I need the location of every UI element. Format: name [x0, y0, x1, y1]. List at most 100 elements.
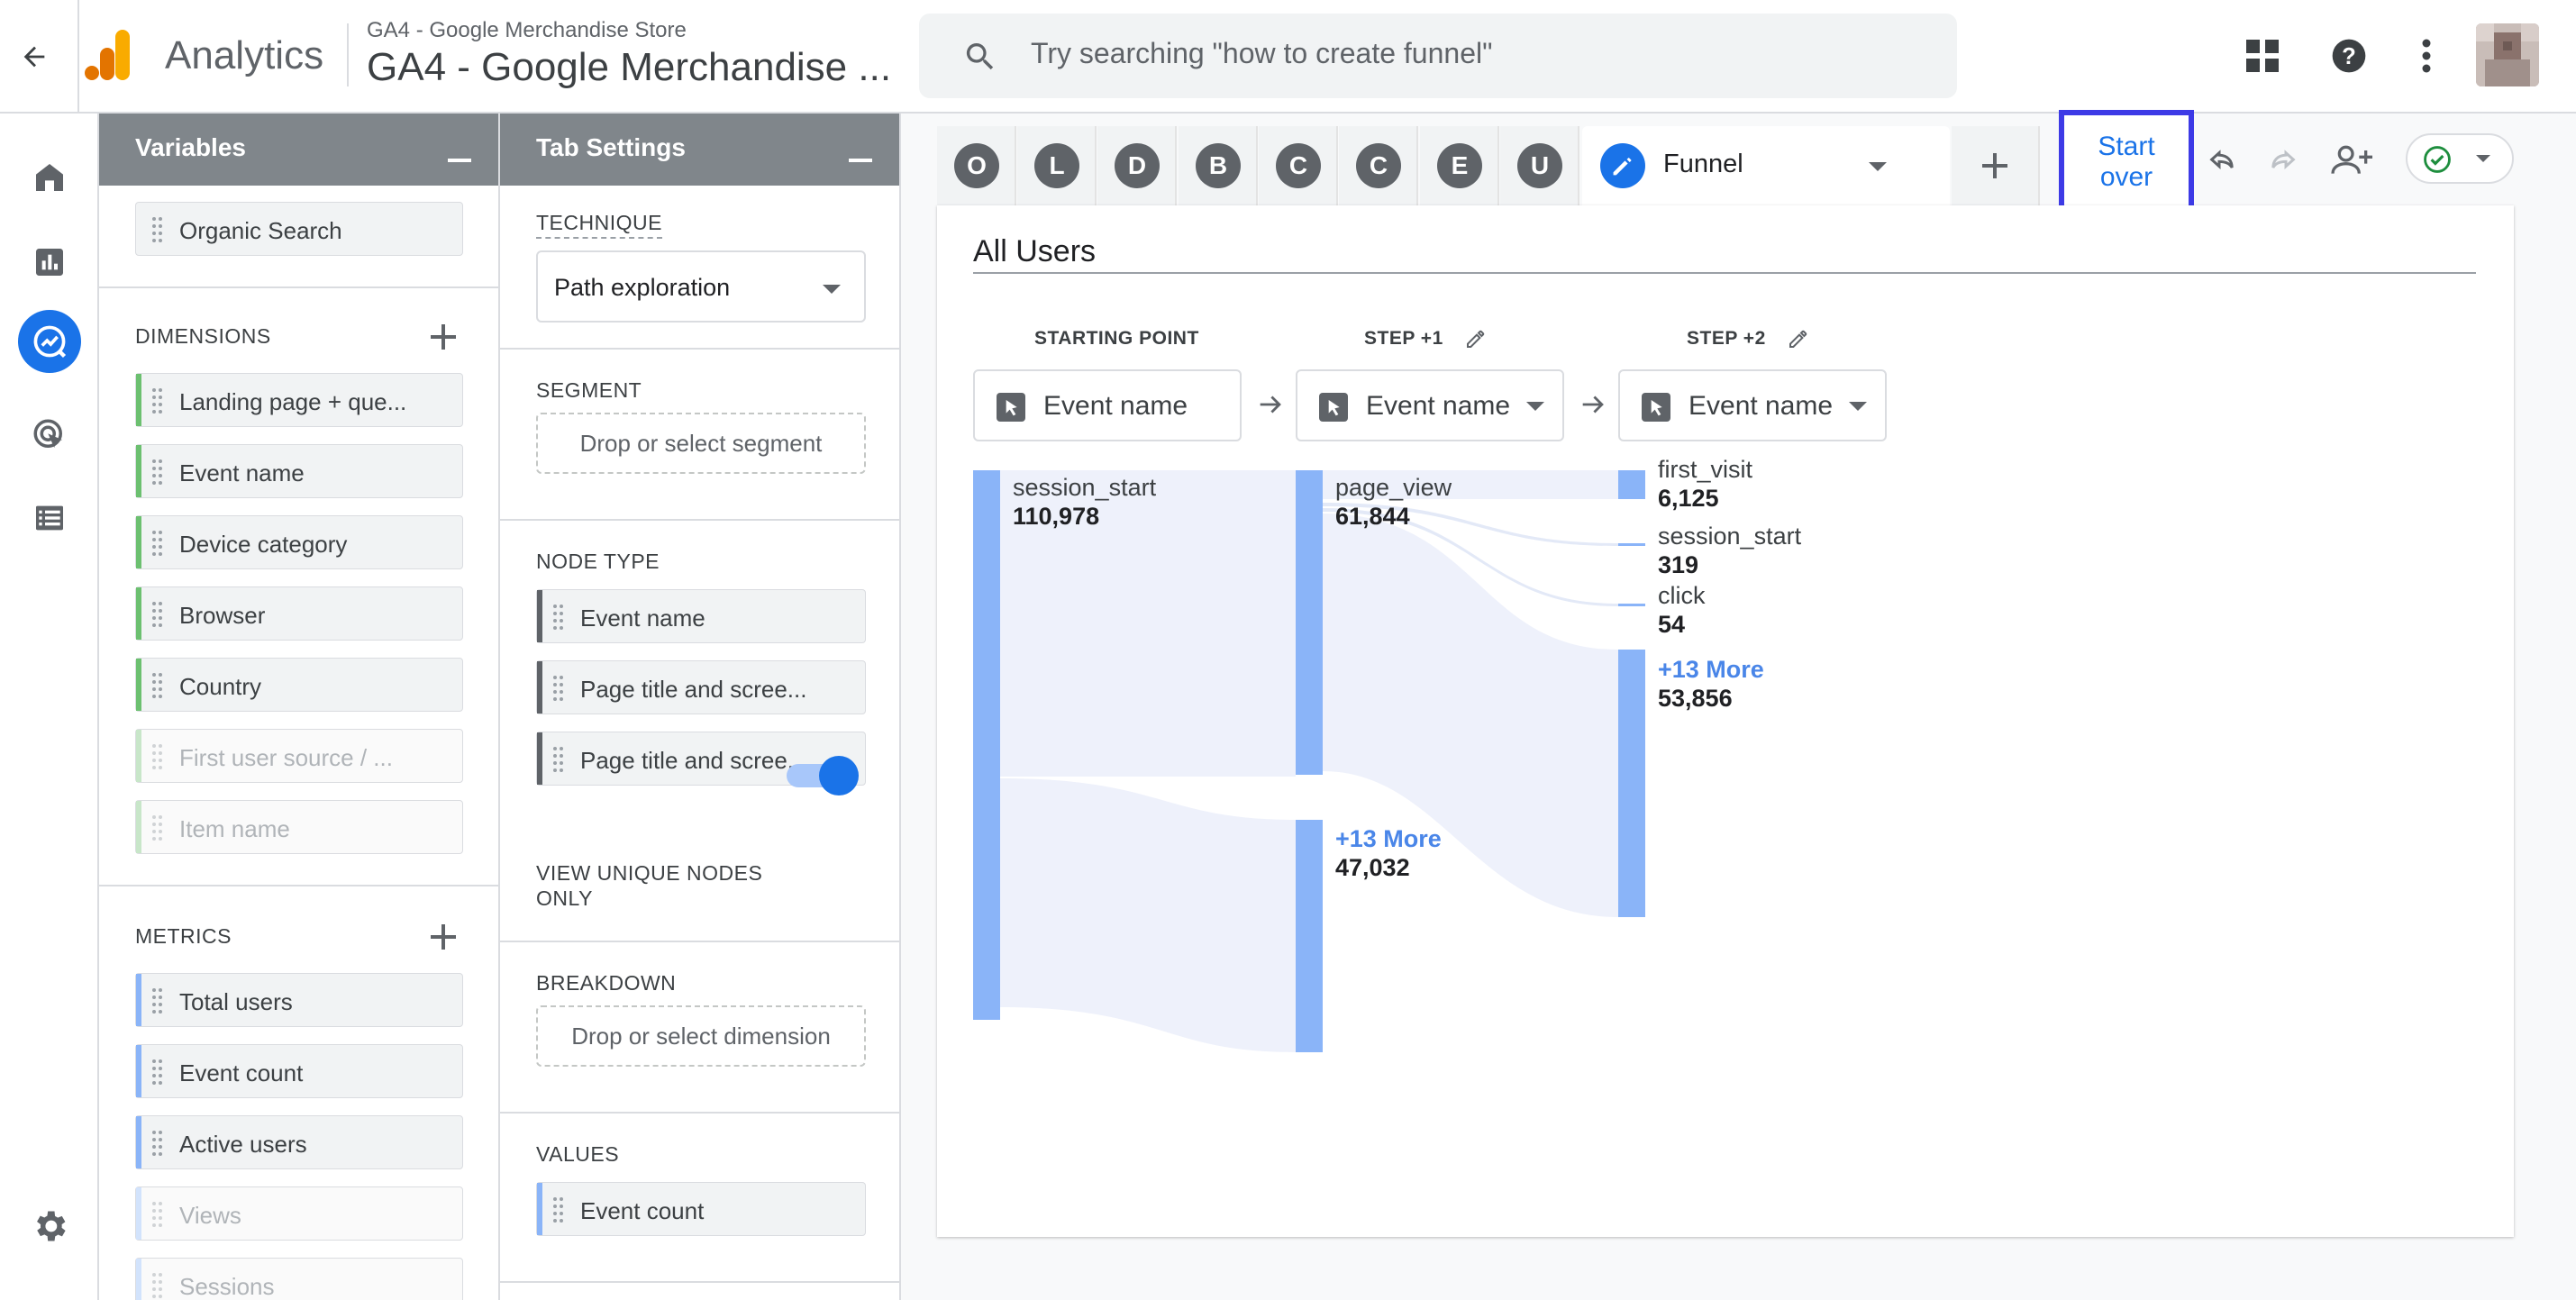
- tab-d[interactable]: D: [1097, 126, 1177, 205]
- drag-handle-icon[interactable]: [152, 531, 165, 556]
- tab-letter: E: [1437, 143, 1482, 188]
- drag-handle-icon[interactable]: [152, 602, 165, 627]
- node-type-chip[interactable]: Event name: [536, 589, 866, 643]
- chip-label: Active users: [179, 1131, 307, 1158]
- metric-chip[interactable]: Sessions: [135, 1258, 463, 1300]
- dimension-chip[interactable]: Landing page + que...: [135, 373, 463, 427]
- start-over-button[interactable]: Start over: [2059, 110, 2194, 216]
- metric-chip[interactable]: Total users: [135, 973, 463, 1027]
- search-bar[interactable]: Try searching "how to create funnel": [919, 14, 1957, 98]
- share-person-add-icon[interactable]: [2327, 135, 2378, 186]
- apps-grid-icon[interactable]: [2237, 31, 2288, 81]
- drag-handle-icon[interactable]: [152, 388, 165, 414]
- chip-label: Event name: [580, 605, 705, 632]
- chevron-down-icon[interactable]: [1869, 162, 1887, 171]
- collapse-icon[interactable]: [849, 159, 872, 162]
- metric-chip[interactable]: Event count: [135, 1044, 463, 1098]
- tab-letter: L: [1034, 143, 1079, 188]
- node-type-chip[interactable]: Page title and scree...: [536, 660, 866, 714]
- divider: [99, 885, 498, 886]
- home-icon[interactable]: [18, 146, 81, 209]
- technique-dropdown[interactable]: Path exploration: [536, 250, 866, 323]
- dimension-chip[interactable]: Event name: [135, 444, 463, 498]
- configure-list-icon[interactable]: [18, 486, 81, 550]
- explore-icon[interactable]: [18, 310, 81, 373]
- dimension-chip[interactable]: Browser: [135, 586, 463, 641]
- node-bar-page-view[interactable]: [1296, 470, 1323, 775]
- search-input[interactable]: Try searching "how to create funnel": [1031, 37, 1492, 70]
- node-value: 54: [1658, 611, 1686, 638]
- collapse-icon[interactable]: [448, 159, 471, 162]
- node-bar-step1-more[interactable]: [1296, 820, 1323, 1052]
- metric-chip[interactable]: Active users: [135, 1115, 463, 1169]
- settings-gear-icon[interactable]: [18, 1195, 81, 1258]
- tab-c-2[interactable]: C: [1339, 126, 1418, 205]
- drag-handle-icon[interactable]: [152, 988, 165, 1014]
- drag-handle-icon[interactable]: [152, 673, 165, 698]
- drag-handle-icon[interactable]: [553, 605, 566, 630]
- unique-nodes-label-2: ONLY: [536, 886, 593, 910]
- node-bar-session-start-2[interactable]: [1618, 543, 1645, 546]
- drag-handle-icon[interactable]: [152, 1059, 165, 1085]
- drag-handle-icon[interactable]: [152, 815, 165, 841]
- drag-handle-icon[interactable]: [152, 1273, 165, 1298]
- drag-handle-icon[interactable]: [152, 459, 165, 485]
- chip-label: First user source / ...: [179, 744, 393, 771]
- technique-label: TECHNIQUE: [536, 211, 662, 239]
- add-tab-button[interactable]: [1952, 126, 2040, 205]
- status-dropdown[interactable]: [2406, 133, 2514, 184]
- tab-letter: C: [1356, 143, 1401, 188]
- drag-handle-icon[interactable]: [152, 217, 165, 242]
- help-icon[interactable]: ?: [2324, 31, 2374, 81]
- tab-funnel[interactable]: Funnel: [1582, 126, 1950, 205]
- add-dimension-icon[interactable]: [427, 321, 460, 353]
- undo-icon[interactable]: [2198, 135, 2249, 186]
- drag-handle-icon[interactable]: [152, 1202, 165, 1227]
- more-vert-icon[interactable]: [2401, 31, 2452, 81]
- add-metric-icon[interactable]: [427, 921, 460, 953]
- drag-handle-icon[interactable]: [553, 676, 566, 701]
- dimension-chip[interactable]: Item name: [135, 800, 463, 854]
- node-bar-session-start[interactable]: [973, 470, 1000, 1020]
- breakdown-drop-zone[interactable]: Drop or select dimension: [536, 1005, 866, 1067]
- drag-handle-icon[interactable]: [152, 1131, 165, 1156]
- redo-icon[interactable]: [2256, 135, 2307, 186]
- account-name[interactable]: GA4 - Google Merchandise Store: [367, 18, 687, 43]
- tab-c[interactable]: C: [1259, 126, 1338, 205]
- node-name: first_visit: [1658, 456, 1753, 483]
- unique-nodes-label: VIEW UNIQUE NODES: [536, 861, 763, 885]
- reports-icon[interactable]: [18, 231, 81, 294]
- dimension-chip[interactable]: First user source / ...: [135, 729, 463, 783]
- node-bar-click[interactable]: [1618, 604, 1645, 606]
- drag-handle-icon[interactable]: [152, 744, 165, 769]
- segment-drop-zone[interactable]: Drop or select segment: [536, 413, 866, 474]
- back-arrow-icon[interactable]: [9, 32, 59, 82]
- dimension-chip[interactable]: Country: [135, 658, 463, 712]
- node-bar-first-visit[interactable]: [1618, 470, 1645, 499]
- segment-label: SEGMENT: [536, 378, 642, 402]
- dimension-chip[interactable]: Device category: [135, 515, 463, 569]
- tab-u[interactable]: U: [1500, 126, 1579, 205]
- node-bar-step2-more[interactable]: [1618, 650, 1645, 917]
- tab-letter: C: [1276, 143, 1321, 188]
- tab-e[interactable]: E: [1420, 126, 1499, 205]
- step2-more-link[interactable]: +13 More: [1658, 656, 1764, 684]
- tab-o[interactable]: O: [937, 126, 1016, 205]
- drag-handle-icon[interactable]: [553, 747, 566, 772]
- tab-b[interactable]: B: [1179, 126, 1258, 205]
- toggle-knob[interactable]: [819, 756, 859, 795]
- start-over-label-1: Start: [2098, 132, 2155, 161]
- property-selector[interactable]: GA4 - Google Merchandise ...: [367, 45, 891, 90]
- tab-l[interactable]: L: [1017, 126, 1097, 205]
- flow-start-to-more[interactable]: [1000, 778, 1296, 1052]
- segment-chip[interactable]: Organic Search: [135, 202, 463, 256]
- advertising-icon[interactable]: [18, 404, 81, 467]
- node-name: session_start: [1658, 523, 1802, 550]
- avatar[interactable]: [2476, 23, 2539, 86]
- nav-rail: [0, 114, 99, 1300]
- step1-more-link[interactable]: +13 More: [1335, 825, 1442, 853]
- drag-handle-icon[interactable]: [553, 1197, 566, 1223]
- metric-chip[interactable]: Views: [135, 1186, 463, 1241]
- panel-title: Variables: [135, 133, 246, 161]
- values-chip[interactable]: Event count: [536, 1182, 866, 1236]
